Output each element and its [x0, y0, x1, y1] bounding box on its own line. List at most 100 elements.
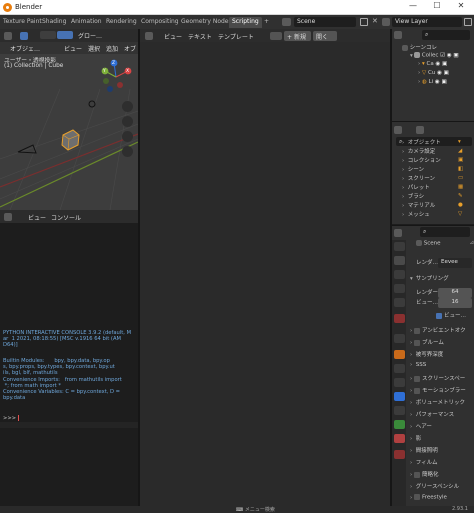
panel-grease-pencil[interactable]: › グリースペンシル: [410, 482, 474, 492]
select-mode-icons[interactable]: [40, 31, 56, 39]
delete-scene-icon[interactable]: ✕: [372, 17, 378, 25]
panel-film[interactable]: › フィルム: [410, 458, 474, 468]
panel-simplify[interactable]: › 簡略化: [410, 470, 474, 480]
outliner-scene-collection[interactable]: シーンコレ: [402, 43, 437, 51]
blend-file-browser[interactable]: ⌕ › オブジェクト › カメラ設定 › コレクション › シーン › スクリー…: [392, 121, 474, 224]
3d-viewport[interactable]: ユーザー・透視投影 (1) Collection | Cube Z X Y: [0, 29, 138, 210]
open-text-button[interactable]: 開く: [313, 31, 337, 41]
data-tab-icon[interactable]: [394, 420, 405, 429]
python-console[interactable]: PYTHON INTERACTIVE CONSOLE 3.9.2 (defaul…: [0, 210, 138, 506]
render-engine-dropdown[interactable]: Eevee: [438, 258, 472, 268]
outliner[interactable]: ⌕ シーンコレ ▾ Collec ☑ ◉ ▣ › ▾ Ca ◉ ▣ › ▽ Cu ◉…: [392, 29, 474, 121]
viewport-menu-select[interactable]: 選択: [88, 44, 100, 54]
view-layer-selector[interactable]: View Layer: [392, 17, 462, 27]
viewport-menu-view[interactable]: ビュー: [64, 44, 82, 54]
console-menu-view[interactable]: ビュー: [28, 213, 46, 223]
area-divider-right[interactable]: [390, 29, 392, 506]
panel-depth-of-field[interactable]: › 被写界深度: [410, 350, 474, 360]
constraints-tab-icon[interactable]: [394, 406, 405, 415]
text-editor-type-icon[interactable]: [145, 32, 153, 40]
viewport-menu-bar: オブジェ… ビュー 選択 追加 オブ: [0, 42, 138, 54]
panel-bloom[interactable]: › ブルーム: [410, 338, 474, 348]
outliner-item-collection[interactable]: ▾ Collec ☑ ◉ ▣: [410, 52, 472, 60]
view-layer-tab-icon[interactable]: [394, 284, 405, 293]
render-tab-icon[interactable]: [394, 256, 405, 265]
zoom-icon[interactable]: [122, 101, 133, 112]
properties-search-input[interactable]: ⌕: [420, 227, 470, 237]
add-workspace-button[interactable]: +: [261, 17, 272, 28]
panel-volumetrics[interactable]: › ボリューメトリック: [410, 398, 474, 408]
physics-tab-icon[interactable]: [394, 392, 405, 401]
tab-shading[interactable]: Shading: [39, 17, 69, 28]
panel-performance[interactable]: › パフォーマンス: [410, 410, 474, 420]
collection-tab-icon[interactable]: [394, 334, 405, 343]
grid-ortho-icon[interactable]: [122, 146, 133, 157]
tab-scripting[interactable]: Scripting: [229, 17, 262, 28]
pan-hand-icon[interactable]: [122, 116, 133, 127]
world-tab-icon[interactable]: [394, 314, 405, 323]
new-view-layer-icon[interactable]: [464, 18, 472, 26]
outliner-item-light[interactable]: › ◍ Li ◉ ▣: [418, 79, 472, 87]
select-box-icon[interactable]: [20, 32, 28, 40]
tool-tab-icon[interactable]: [394, 242, 405, 251]
texture-tab-icon[interactable]: [394, 450, 405, 459]
minimize-button[interactable]: —: [402, 1, 424, 13]
new-text-button[interactable]: + 新規: [284, 31, 311, 41]
text-datablock-icon[interactable]: [270, 32, 282, 40]
text-menu-text[interactable]: テキスト: [188, 32, 212, 42]
modifiers-tab-icon[interactable]: [394, 364, 405, 373]
tab-rendering[interactable]: Rendering: [103, 17, 140, 28]
console-prompt[interactable]: >>>: [3, 415, 19, 422]
outliner-item-camera[interactable]: › ▾ Ca ◉ ▣: [418, 61, 472, 69]
camera-object[interactable]: [17, 144, 37, 154]
tab-animation[interactable]: Animation: [68, 17, 105, 28]
scene-selector[interactable]: Scene: [294, 17, 356, 27]
outliner-editor-icon[interactable]: [394, 31, 402, 39]
panel-ambient-occlusion[interactable]: › アンビエントオク: [410, 326, 474, 336]
particles-tab-icon[interactable]: [394, 378, 405, 387]
navigation-gizmo[interactable]: [98, 57, 136, 97]
viewport-denoise-checkbox[interactable]: ビュー…: [436, 311, 474, 321]
text-menu-view[interactable]: ビュー: [164, 32, 182, 42]
render-samples-field[interactable]: 64: [438, 288, 472, 298]
new-scene-icon[interactable]: [360, 18, 368, 26]
cube-object[interactable]: [61, 129, 80, 151]
viewport-menu-add[interactable]: 追加: [106, 44, 118, 54]
viewport-samples-field[interactable]: 16: [438, 298, 472, 308]
object-mode-dropdown[interactable]: オブジェ…: [10, 44, 40, 54]
editor-type-icon[interactable]: [4, 32, 12, 40]
tab-texture-paint[interactable]: Texture Paint: [0, 17, 45, 28]
maximize-button[interactable]: ☐: [426, 1, 448, 13]
panel-motion-blur[interactable]: › モーションブラー: [410, 386, 474, 396]
panel-indirect-lighting[interactable]: › 間接照明: [410, 446, 474, 456]
scene-tab-icon[interactable]: [394, 298, 405, 307]
panel-hair[interactable]: › ヘアー: [410, 422, 474, 432]
transform-orientation-dropdown[interactable]: グロー…: [78, 31, 102, 41]
tab-compositing[interactable]: Compositing: [138, 17, 182, 28]
outliner-search-input[interactable]: ⌕: [422, 30, 470, 40]
camera-view-icon[interactable]: [122, 131, 133, 142]
panel-freestyle[interactable]: › Freestyle: [410, 494, 474, 504]
light-object[interactable]: [88, 100, 96, 108]
browser-editor-icon[interactable]: [394, 126, 402, 134]
select-mode-active-icon[interactable]: [57, 31, 73, 39]
panel-shadows[interactable]: › 影: [410, 434, 474, 444]
area-divider-left[interactable]: [138, 29, 140, 506]
version-label: 2.93.1: [452, 506, 468, 512]
outliner-item-cube[interactable]: › ▽ Cu ◉ ▣: [418, 70, 472, 78]
text-editor-area[interactable]: [140, 42, 390, 506]
display-mode-icon[interactable]: [416, 126, 424, 134]
panel-screen-space-reflections[interactable]: › スクリーンスペー: [410, 374, 474, 384]
console-menu-console[interactable]: コンソール: [51, 213, 81, 223]
viewport-menu-object[interactable]: オブ: [124, 44, 136, 54]
object-tab-icon[interactable]: [394, 350, 405, 359]
properties-editor-icon[interactable]: [394, 229, 402, 237]
console-editor-type-icon[interactable]: [4, 213, 12, 221]
sampling-panel-header[interactable]: ▾ サンプリング: [410, 274, 474, 284]
text-menu-templates[interactable]: テンプレート: [218, 32, 254, 42]
panel-sss[interactable]: › SSS: [410, 362, 474, 372]
output-tab-icon[interactable]: [394, 270, 405, 279]
material-tab-icon[interactable]: [394, 434, 405, 443]
close-button[interactable]: ✕: [450, 1, 472, 13]
tab-geometry-nodes[interactable]: Geometry Nodes: [178, 17, 235, 28]
